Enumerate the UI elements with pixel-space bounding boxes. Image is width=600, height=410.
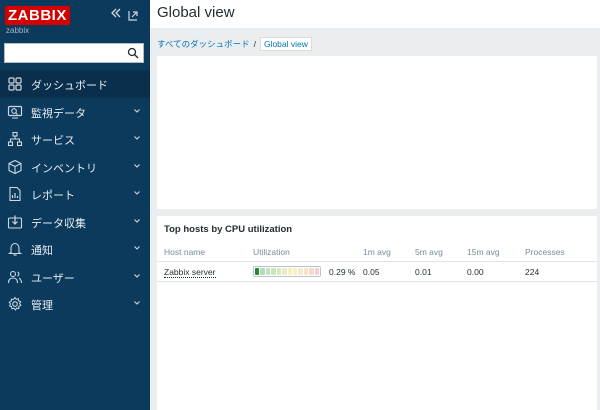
chevron-down-icon	[134, 163, 140, 168]
bell-icon	[7, 242, 23, 256]
menu-item-label: 監視データ	[31, 106, 86, 120]
menu-item-administration[interactable]: 管理	[0, 290, 150, 318]
data-collection-icon	[7, 215, 23, 229]
utilization-segment	[271, 268, 276, 275]
menu-item-label: レポート	[31, 189, 75, 202]
page-title: Global view	[157, 4, 235, 21]
column-header-utilization: Utilization	[253, 247, 290, 257]
menu-item-label: データ収集	[31, 216, 86, 230]
chevron-down-icon	[134, 191, 140, 195]
breadcrumb: すべてのダッシュボード / Global view	[157, 36, 312, 51]
menu-item-label: 通知	[31, 244, 53, 257]
search-icon[interactable]	[127, 47, 139, 59]
utilization-segment	[255, 268, 260, 275]
dashboard-icon	[8, 77, 22, 91]
utilization-segment	[282, 268, 287, 275]
search-input[interactable]	[5, 47, 123, 65]
menu-item-label: ユーザー	[31, 271, 75, 285]
utilization-segment	[298, 268, 303, 275]
menu-item-services[interactable]: サービス	[0, 125, 150, 153]
kiosk-mode-button[interactable]	[127, 7, 139, 21]
host-name-link[interactable]: Zabbix server	[164, 267, 216, 278]
utilization-segment	[303, 268, 309, 275]
menu-item-users[interactable]: ユーザー	[0, 263, 150, 291]
column-header-15m-avg: 15m avg	[467, 247, 500, 257]
menu-item-label: インベントリ	[31, 161, 97, 175]
chevron-down-icon	[134, 136, 140, 140]
server-name: zabbix	[6, 26, 30, 35]
menu-item-monitoring[interactable]: 監視データ	[0, 98, 150, 126]
chevron-down-icon	[134, 246, 140, 250]
utilization-segment	[309, 268, 314, 275]
exit-icon	[128, 11, 138, 21]
chevron-down-icon	[134, 218, 140, 223]
menu-item-dashboard[interactable]: ダッシュボード	[0, 70, 150, 98]
services-icon	[7, 131, 23, 147]
utilization-percent: 0.29 %	[329, 267, 356, 277]
main-menu: ダッシュボード 監視データ サービス インベントリ レポート データ収集 通知 …	[0, 70, 150, 318]
breadcrumb-separator: /	[253, 38, 256, 49]
users-icon	[7, 270, 23, 283]
utilization-bar	[253, 266, 321, 277]
chevron-down-icon	[134, 301, 140, 305]
avg-15m-value: 0.00	[467, 267, 484, 277]
zabbix-logo: ZABBIX	[5, 6, 70, 25]
avg-1m-value: 0.05	[363, 267, 380, 277]
dashboard-widget-empty	[157, 56, 597, 209]
utilization-segment	[276, 268, 282, 275]
chevron-down-icon	[134, 273, 140, 278]
menu-item-label: サービス	[31, 134, 75, 147]
table-row: Zabbix server 0.29 % 0.05 0.01 0.00 224	[157, 262, 597, 282]
chevron-down-icon	[134, 108, 140, 113]
menu-item-reports[interactable]: レポート	[0, 180, 150, 208]
column-header-5m-avg: 5m avg	[415, 247, 443, 257]
utilization-segment	[260, 268, 265, 275]
menu-item-data-collection[interactable]: データ収集	[0, 208, 150, 236]
utilization-segment	[287, 268, 292, 275]
menu-item-alerts[interactable]: 通知	[0, 235, 150, 263]
breadcrumb-current-dashboard[interactable]: Global view	[259, 36, 312, 51]
menu-item-inventory[interactable]: インベントリ	[0, 153, 150, 181]
widget-title: Top hosts by CPU utilization	[164, 224, 293, 235]
breadcrumb-all-dashboards-link[interactable]: すべてのダッシュボード	[157, 38, 250, 50]
avg-5m-value: 0.01	[415, 267, 432, 277]
table-header-row: Host name Utilization 1m avg 5m avg 15m …	[157, 242, 597, 262]
top-hosts-table: Host name Utilization 1m avg 5m avg 15m …	[157, 242, 597, 282]
menu-item-label: 管理	[31, 299, 53, 312]
top-hosts-widget: Top hosts by CPU utilization Host name U…	[157, 216, 597, 410]
utilization-segment	[265, 268, 271, 275]
utilization-segment	[314, 268, 320, 275]
inventory-icon	[8, 159, 22, 174]
logo[interactable]: ZABBIX	[5, 5, 70, 25]
monitoring-icon	[7, 105, 23, 119]
utilization-segment	[292, 268, 298, 275]
gear-icon	[8, 296, 22, 311]
menu-item-label: ダッシュボード	[31, 79, 108, 92]
reports-icon	[9, 186, 21, 202]
collapse-sidebar-button[interactable]	[110, 7, 122, 19]
sidebar: ZABBIX zabbix ダッシュボード 監視データ サービス インベントリ …	[0, 0, 150, 410]
double-chevron-left-icon	[111, 8, 121, 18]
column-header-host-name: Host name	[164, 247, 206, 257]
column-header-processes: Processes	[525, 247, 565, 257]
search-field[interactable]	[4, 43, 144, 65]
column-header-1m-avg: 1m avg	[363, 247, 391, 257]
processes-value: 224	[525, 267, 540, 277]
